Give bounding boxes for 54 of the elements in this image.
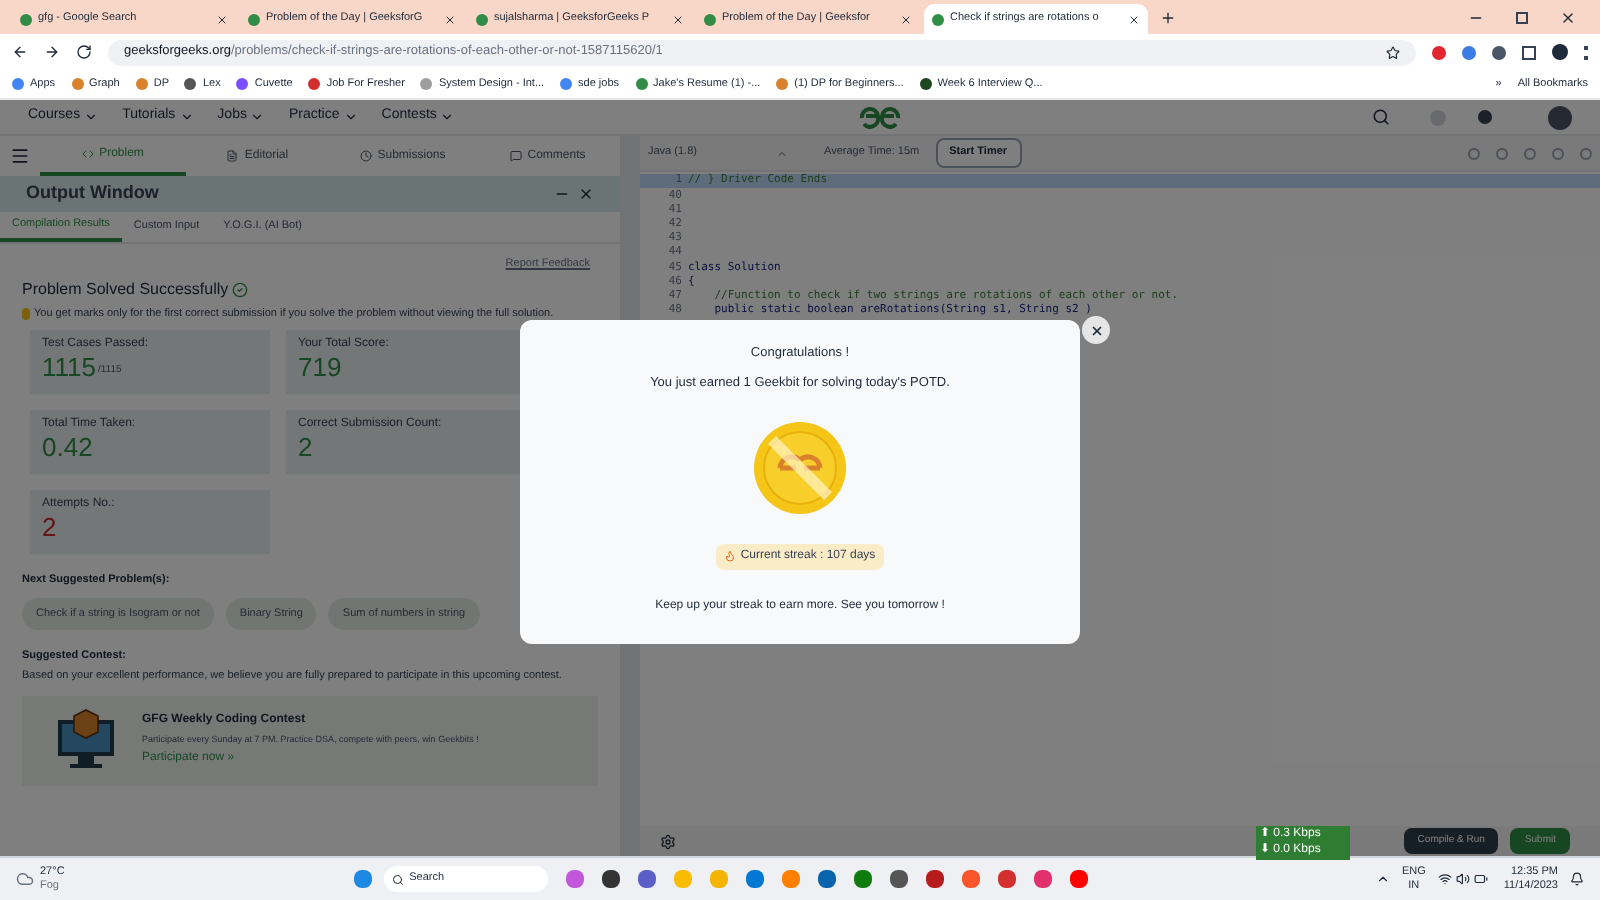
status-message: Problem Solved Successfully <box>22 278 229 303</box>
coin-icon <box>752 419 848 515</box>
close-icon[interactable] <box>444 13 456 25</box>
comment-icon <box>509 150 522 162</box>
clock-icon <box>359 150 372 162</box>
chevron-down-icon <box>440 110 455 124</box>
site-icon <box>476 13 488 25</box>
settings-icon[interactable] <box>660 833 676 849</box>
chevron-down-icon <box>179 110 194 124</box>
battery-icon[interactable] <box>1473 872 1488 886</box>
forward-icon[interactable] <box>44 44 60 60</box>
flame-icon <box>724 550 737 562</box>
profile-avatar[interactable] <box>1552 44 1568 60</box>
computer-with-box-icon <box>54 708 118 772</box>
notification-bell-icon[interactable] <box>1570 872 1584 886</box>
chevron-down-icon <box>343 110 358 124</box>
site-icon <box>932 13 944 25</box>
close-icon[interactable] <box>900 13 912 25</box>
stat-value: 2 <box>298 433 313 459</box>
close-icon[interactable] <box>1560 10 1576 26</box>
reload-icon[interactable] <box>76 44 92 60</box>
check-icon <box>232 282 249 299</box>
site-icon <box>704 13 716 25</box>
stat-value: 2 <box>42 513 57 539</box>
close-icon <box>1089 323 1103 337</box>
site-icon <box>20 13 32 25</box>
wifi-icon[interactable] <box>1437 872 1452 886</box>
output-window-title: Output Window <box>26 180 161 207</box>
close-icon[interactable] <box>216 13 228 25</box>
extension-icon[interactable] <box>1492 45 1506 59</box>
chevron-up-icon <box>776 147 788 159</box>
menu-icon[interactable] <box>10 146 30 166</box>
code-icon <box>81 148 94 160</box>
back-icon[interactable] <box>12 44 28 60</box>
extension-icon[interactable] <box>1432 45 1446 59</box>
weather-icon[interactable] <box>16 870 34 888</box>
site-icon <box>248 13 260 25</box>
bookmark-star-icon[interactable] <box>1386 45 1400 59</box>
volume-icon[interactable] <box>1455 872 1470 886</box>
close-icon[interactable] <box>1128 13 1140 25</box>
chevron-down-icon <box>84 110 99 124</box>
maximize-icon[interactable] <box>1516 12 1528 24</box>
stat-value: 1115 <box>42 353 96 379</box>
user-avatar[interactable] <box>1548 105 1572 129</box>
document-icon <box>226 150 239 162</box>
logo-icon <box>858 105 903 129</box>
stat-value: 0.42 <box>42 433 93 459</box>
search-icon[interactable] <box>1372 108 1390 126</box>
extension-icon[interactable] <box>1462 45 1476 59</box>
search-icon <box>391 873 404 885</box>
chevron-down-icon <box>250 110 265 124</box>
stat-value: 719 <box>298 353 342 379</box>
close-icon[interactable] <box>672 13 684 25</box>
new-tab-icon[interactable] <box>1160 10 1176 26</box>
